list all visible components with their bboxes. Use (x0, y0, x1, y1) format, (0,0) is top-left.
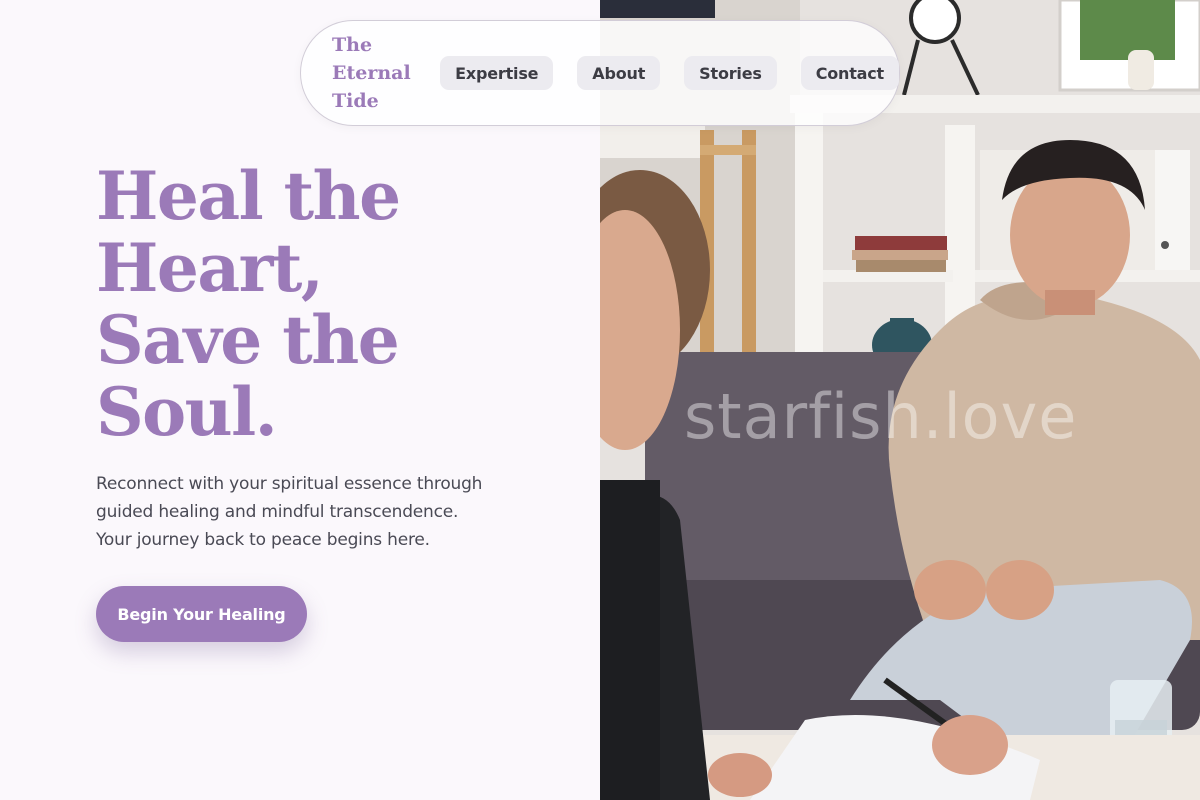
hero-title: Heal the Heart, Save the Soul. (96, 160, 576, 448)
hero-subtitle-line: Your journey back to peace begins here. (96, 530, 430, 550)
nav-link-stories[interactable]: Stories (684, 56, 777, 90)
nav-link-expertise[interactable]: Expertise (440, 56, 554, 90)
hero-title-line: Heart, (96, 229, 324, 307)
top-navigation: The Eternal Tide Expertise About Stories… (300, 20, 900, 126)
brand-name-line: Eternal (332, 62, 411, 84)
hero-subtitle-line: Reconnect with your spiritual essence th… (96, 474, 483, 494)
nav-links: Expertise About Stories Contact (440, 56, 899, 90)
brand-name-line: The (332, 34, 373, 56)
brand-logo[interactable]: The Eternal Tide (332, 31, 411, 115)
hero-title-line: Soul. (96, 373, 278, 451)
nav-link-about[interactable]: About (577, 56, 661, 90)
hero-subtitle-line: guided healing and mindful transcendence… (96, 502, 459, 522)
watermark-text: starfish.love (684, 380, 1078, 453)
landing-page: starfish.love The Eternal Tide Expertise… (0, 0, 1200, 800)
nav-link-contact[interactable]: Contact (800, 56, 899, 90)
begin-healing-button[interactable]: Begin Your Healing (96, 586, 307, 642)
hero-subtitle: Reconnect with your spiritual essence th… (96, 470, 536, 554)
hero-title-line: Save the (96, 301, 400, 379)
brand-name-line: Tide (332, 90, 379, 112)
hero-title-line: Heal the (96, 157, 401, 235)
